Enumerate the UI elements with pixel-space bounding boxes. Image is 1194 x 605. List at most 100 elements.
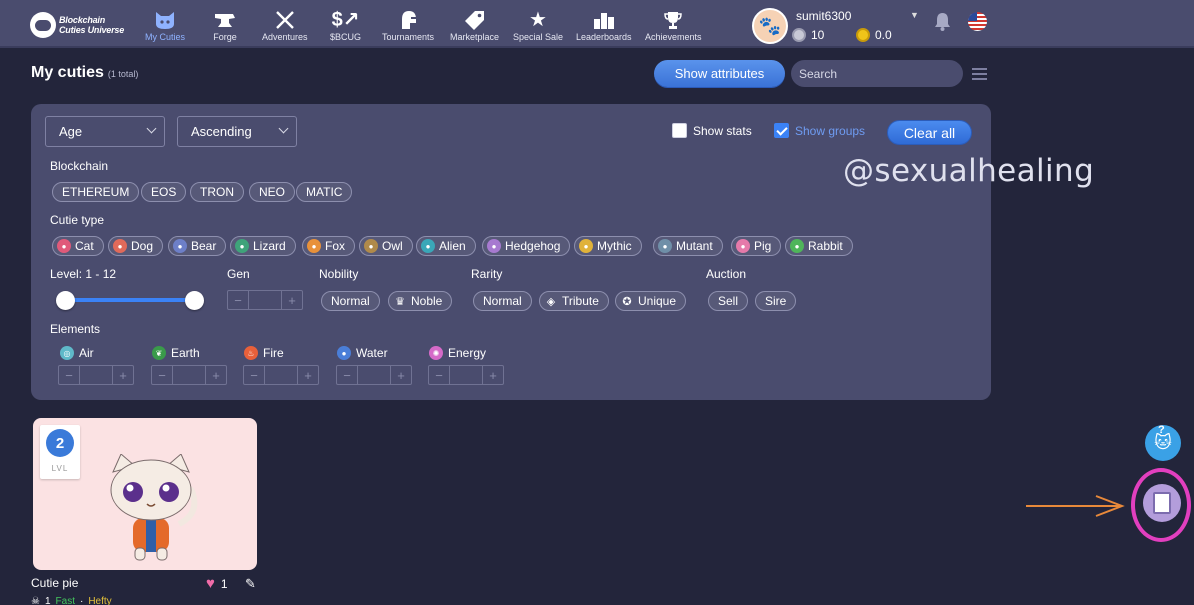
podium-icon: [593, 8, 615, 32]
checkbox-box-checked[interactable]: [774, 123, 789, 138]
nav-special-sale[interactable]: ★ Special Sale: [513, 8, 563, 42]
chip-rarity-unique[interactable]: ✪ Unique: [615, 291, 687, 311]
cutie-type-label: Cutie type: [50, 213, 105, 227]
chip-fox[interactable]: ● Fox: [302, 236, 356, 256]
minus-icon[interactable]: −: [59, 366, 79, 384]
logo[interactable]: Blockchain Cuties Universe: [30, 12, 124, 38]
chip-tron[interactable]: TRON: [190, 182, 244, 202]
chip-mutant[interactable]: ● Mutant: [653, 236, 723, 256]
chip-owl[interactable]: ● Owl: [359, 236, 413, 256]
chip-nobility-noble[interactable]: ♛ Noble: [388, 291, 453, 311]
cutie-card[interactable]: 2 LVL: [33, 418, 257, 570]
chip-rarity-normal[interactable]: Normal: [473, 291, 532, 311]
alien-icon: ●: [421, 239, 435, 253]
chip-cat[interactable]: ● Cat: [52, 236, 104, 256]
air-stepper[interactable]: − +: [58, 365, 134, 385]
plus-icon[interactable]: +: [483, 366, 503, 384]
search-input[interactable]: [791, 60, 963, 87]
show-attributes-button[interactable]: Show attributes: [654, 60, 785, 87]
fox-icon: ●: [307, 239, 321, 253]
chip-auction-sire[interactable]: Sire: [755, 291, 797, 311]
element-earth: ❦ Earth: [152, 346, 200, 360]
nav-label: Forge: [213, 32, 237, 42]
nav-tournaments[interactable]: Tournaments: [382, 8, 434, 42]
chip-hedgehog[interactable]: ● Hedgehog: [482, 236, 571, 256]
nav-marketplace[interactable]: Marketplace: [450, 8, 499, 42]
cutie-cat-image: [110, 454, 198, 561]
sort-field-select[interactable]: Age: [45, 116, 165, 147]
level-slider-min-handle[interactable]: [56, 291, 75, 310]
heart-icon[interactable]: ♥: [206, 576, 215, 591]
nav-achievements[interactable]: Achievements: [645, 8, 702, 42]
level-slider-max-handle[interactable]: [185, 291, 204, 310]
auction-label: Auction: [706, 267, 747, 281]
chip-rarity-tribute[interactable]: ◈ Tribute: [539, 291, 609, 311]
nav-leaderboards[interactable]: Leaderboards: [576, 8, 632, 42]
gen-value[interactable]: [248, 291, 282, 309]
chip-lizard[interactable]: ● Lizard: [230, 236, 296, 256]
likes-counter[interactable]: ♥ 1: [206, 576, 228, 591]
energy-stepper[interactable]: − +: [428, 365, 504, 385]
plus-icon[interactable]: +: [113, 366, 133, 384]
username[interactable]: sumit6300: [796, 9, 851, 23]
nav-forge[interactable]: Forge: [213, 8, 237, 42]
checkbox-box[interactable]: [672, 123, 687, 138]
fire-value[interactable]: [264, 366, 298, 384]
paw-icon: 🐾: [758, 15, 782, 36]
chip-dog[interactable]: ● Dog: [108, 236, 164, 256]
nav-label: Leaderboards: [576, 32, 632, 42]
level-slider-track[interactable]: [66, 298, 196, 302]
chevron-down-icon[interactable]: ▼: [910, 10, 919, 20]
minus-icon[interactable]: −: [152, 366, 172, 384]
chip-neo[interactable]: NEO: [249, 182, 296, 202]
us-flag-icon[interactable]: [968, 12, 987, 31]
water-value[interactable]: [357, 366, 391, 384]
minus-icon[interactable]: −: [244, 366, 264, 384]
element-fire: ♨ Fire: [244, 346, 284, 360]
chip-auction-sell[interactable]: Sell: [708, 291, 749, 311]
cutie-name[interactable]: Cutie pie: [31, 576, 78, 590]
show-groups-checkbox[interactable]: Show groups: [774, 123, 865, 138]
level-badge: 2 LVL: [40, 425, 80, 479]
nav-label: Special Sale: [513, 32, 564, 42]
dog-icon: ●: [113, 239, 127, 253]
minus-icon[interactable]: −: [228, 291, 248, 309]
bell-icon[interactable]: [934, 12, 951, 36]
nobility-label: Nobility: [319, 267, 359, 281]
water-stepper[interactable]: − +: [336, 365, 412, 385]
unique-gem-icon: ✪: [622, 295, 632, 308]
user-avatar[interactable]: 🐾: [752, 8, 788, 44]
show-stats-checkbox[interactable]: Show stats: [672, 123, 752, 138]
minus-icon[interactable]: −: [429, 366, 449, 384]
earth-value[interactable]: [172, 366, 206, 384]
plus-icon[interactable]: +: [282, 291, 302, 309]
chip-alien[interactable]: ● Alien: [416, 236, 476, 256]
energy-value[interactable]: [449, 366, 483, 384]
minus-icon[interactable]: −: [337, 366, 357, 384]
chip-matic[interactable]: MATIC: [296, 182, 353, 202]
plus-icon[interactable]: +: [391, 366, 411, 384]
crossed-swords-icon: [274, 8, 296, 32]
gen-stepper[interactable]: − +: [227, 290, 303, 310]
plus-icon[interactable]: +: [298, 366, 318, 384]
helmet-icon: [398, 8, 418, 32]
chip-ethereum[interactable]: ETHEREUM: [52, 182, 140, 202]
plus-icon[interactable]: +: [206, 366, 226, 384]
nav-adventures[interactable]: Adventures: [262, 8, 308, 42]
fire-stepper[interactable]: − +: [243, 365, 319, 385]
earth-stepper[interactable]: − +: [151, 365, 227, 385]
sort-order-select[interactable]: Ascending: [177, 116, 297, 147]
chip-nobility-normal[interactable]: Normal: [321, 291, 380, 311]
nav-my-cuties[interactable]: My Cuties: [145, 8, 185, 42]
chip-mythic[interactable]: ● Mythic: [574, 236, 642, 256]
pin-icon[interactable]: ✎: [245, 576, 256, 592]
chip-eos[interactable]: EOS: [141, 182, 187, 202]
filter-menu-icon[interactable]: [972, 68, 987, 80]
nav-bcug[interactable]: $↗ $BCUG: [330, 8, 361, 42]
chip-bear[interactable]: ● Bear: [168, 236, 227, 256]
clear-all-button[interactable]: Clear all: [887, 120, 972, 145]
chip-rabbit[interactable]: ● Rabbit: [785, 236, 853, 256]
chip-pig[interactable]: ● Pig: [731, 236, 782, 256]
air-value[interactable]: [79, 366, 113, 384]
quest-button[interactable]: [1143, 484, 1181, 522]
